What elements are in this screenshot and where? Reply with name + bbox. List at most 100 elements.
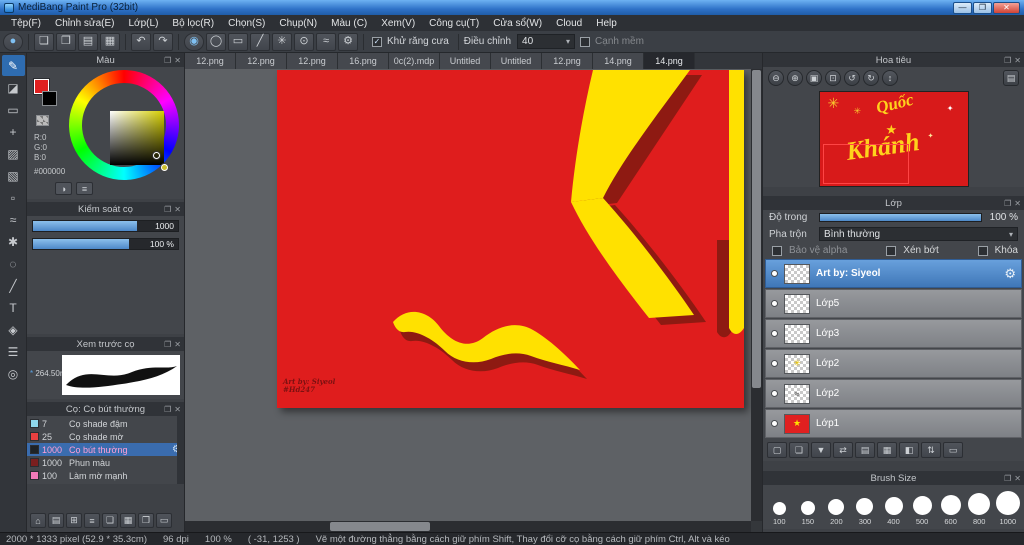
menu-tools[interactable]: Công cụ(T)	[422, 17, 486, 30]
brush-menu-button[interactable]: ≡	[84, 513, 100, 528]
text-tool[interactable]: T	[2, 297, 25, 318]
menu-file[interactable]: Tệp(F)	[4, 17, 48, 30]
transfer-layer-button[interactable]: ⇄	[833, 442, 853, 458]
line-tool[interactable]: ╱	[2, 275, 25, 296]
close-icon[interactable]: ✕	[1014, 474, 1021, 483]
canvas[interactable]: Art by: Siyeol #Hd247	[277, 70, 744, 408]
menu-capture[interactable]: Chụp(N)	[272, 17, 324, 30]
zoom-in-button[interactable]: ⊕	[787, 70, 803, 86]
add-layer-button[interactable]: ▢	[767, 442, 787, 458]
popout-icon[interactable]: ❐	[164, 405, 171, 414]
brush-list-scrollbar[interactable]	[177, 416, 184, 484]
reset-view-button[interactable]: ↕	[882, 70, 898, 86]
brush-tool[interactable]: ✎	[1, 55, 25, 76]
brush-item-selected[interactable]: 1000 Cọ bút thường ⚙	[27, 443, 184, 456]
layer-row[interactable]: ★ Lớp1	[765, 409, 1022, 438]
comment-list-button[interactable]: ❐	[56, 32, 76, 51]
wheel-mode-button[interactable]: ◑	[55, 182, 72, 195]
vanish-snap-button[interactable]: ⊙	[294, 32, 314, 51]
menu-color[interactable]: Màu (C)	[324, 17, 374, 30]
layer-opacity-slider[interactable]	[819, 213, 982, 222]
menu-filter[interactable]: Bộ lọc(R)	[165, 17, 221, 30]
document-tab[interactable]: 12.png	[542, 53, 593, 69]
brush-opacity-slider[interactable]: 100 %	[32, 238, 179, 250]
layer-row[interactable]: ≈ Lớp2	[765, 379, 1022, 408]
close-button[interactable]: ✕	[993, 1, 1020, 14]
layer-row[interactable]: ✳ Lớp2	[765, 349, 1022, 378]
viewport-rectangle[interactable]	[822, 144, 909, 184]
document-tab-active[interactable]: 14.png	[644, 53, 695, 69]
brush-size-option[interactable]: 500	[908, 487, 937, 526]
curve-snap-button[interactable]: ≈	[316, 32, 336, 51]
add-brush-button[interactable]: ⊞	[66, 513, 82, 528]
comment-button[interactable]: ❏	[34, 32, 54, 51]
undo-button[interactable]: ↶	[131, 32, 151, 51]
softedge-checkbox[interactable]	[580, 36, 591, 47]
panel-layout-button[interactable]: ▤	[78, 32, 98, 51]
brush-size-option[interactable]: 150	[794, 487, 823, 526]
flip-view-button[interactable]: ▤	[1003, 70, 1019, 86]
popout-icon[interactable]: ❐	[164, 56, 171, 65]
brush-item[interactable]: 1000 Phun màu	[27, 456, 184, 469]
adjust-dropdown[interactable]: 40 ▾	[517, 34, 576, 49]
visibility-toggle[interactable]	[771, 390, 778, 397]
popout-icon[interactable]: ❐	[1004, 199, 1011, 208]
maximize-button[interactable]: ❐	[973, 1, 992, 14]
transparent-color-swatch[interactable]	[36, 115, 49, 126]
document-tab[interactable]: 14.png	[593, 53, 644, 69]
minimize-button[interactable]: —	[953, 1, 972, 14]
brush-tip-button[interactable]: ◉	[184, 32, 204, 51]
shape-button[interactable]: ▭	[228, 32, 248, 51]
select-tool[interactable]: ▫	[2, 187, 25, 208]
rotate-left-button[interactable]: ↺	[844, 70, 860, 86]
popout-icon[interactable]: ❐	[164, 340, 171, 349]
delete-brush-button[interactable]: ▭	[156, 513, 172, 528]
rect-select-tool[interactable]: ▭	[2, 99, 25, 120]
eyedropper-tool[interactable]: ◈	[2, 319, 25, 340]
hue-wheel[interactable]	[69, 70, 179, 180]
brush-grid-button[interactable]: ▦	[120, 513, 136, 528]
vertical-scrollbar[interactable]	[751, 69, 762, 521]
grid-view-button[interactable]: ▦	[100, 32, 120, 51]
popout-icon[interactable]: ❐	[1004, 474, 1011, 483]
menu-help[interactable]: Help	[589, 17, 624, 30]
brush-size-option[interactable]: 200	[822, 487, 851, 526]
brush-folder-button[interactable]: ❐	[138, 513, 154, 528]
close-icon[interactable]: ✕	[1014, 56, 1021, 65]
cross-snap-button[interactable]: ✳	[272, 32, 292, 51]
clipping-checkbox[interactable]	[886, 245, 897, 256]
popout-icon[interactable]: ❐	[164, 205, 171, 214]
document-tab[interactable]: Untitled	[440, 53, 491, 69]
brush-size-slider[interactable]: 1000	[32, 220, 179, 232]
blend-mode-dropdown[interactable]: Bình thường ▾	[819, 227, 1018, 241]
material-button[interactable]: ▦	[877, 442, 897, 458]
zoom-out-button[interactable]: ⊖	[768, 70, 784, 86]
menu-window[interactable]: Cửa sổ(W)	[486, 17, 549, 30]
brush-item[interactable]: 25 Cọ shade mờ	[27, 430, 184, 443]
menu-layer[interactable]: Lớp(L)	[122, 17, 166, 30]
brush-size-option[interactable]: 100	[765, 487, 794, 526]
snap-settings-button[interactable]: ⚙	[338, 32, 358, 51]
duplicate-brush-button[interactable]: ❏	[102, 513, 118, 528]
home-button[interactable]: ⌂	[30, 513, 46, 528]
document-tab[interactable]: 12.png	[287, 53, 338, 69]
lock-checkbox[interactable]	[977, 245, 988, 256]
zoom-fit-button[interactable]: ▣	[806, 70, 822, 86]
line-snap-button[interactable]: ╱	[250, 32, 270, 51]
close-icon[interactable]: ✕	[174, 205, 181, 214]
alpha-protect-checkbox[interactable]	[772, 245, 782, 256]
horizontal-scrollbar[interactable]	[185, 521, 751, 532]
duplicate-layer-button[interactable]: ❏	[789, 442, 809, 458]
popout-icon[interactable]: ❐	[1004, 56, 1011, 65]
visibility-toggle[interactable]	[771, 270, 778, 277]
brush-size-option[interactable]: 300	[851, 487, 880, 526]
fill-tool[interactable]: ▨	[2, 143, 25, 164]
tool-options-button[interactable]: ●	[3, 32, 23, 51]
delete-layer-button[interactable]: ▭	[943, 442, 963, 458]
layer-row[interactable]: Lớp3	[765, 319, 1022, 348]
rotate-right-button[interactable]: ↻	[863, 70, 879, 86]
menu-cloud[interactable]: Cloud	[549, 17, 589, 30]
stabilizer-button[interactable]: ◯	[206, 32, 226, 51]
eraser-tool[interactable]: ◪	[2, 77, 25, 98]
slider-mode-button[interactable]: ≡	[76, 182, 93, 195]
